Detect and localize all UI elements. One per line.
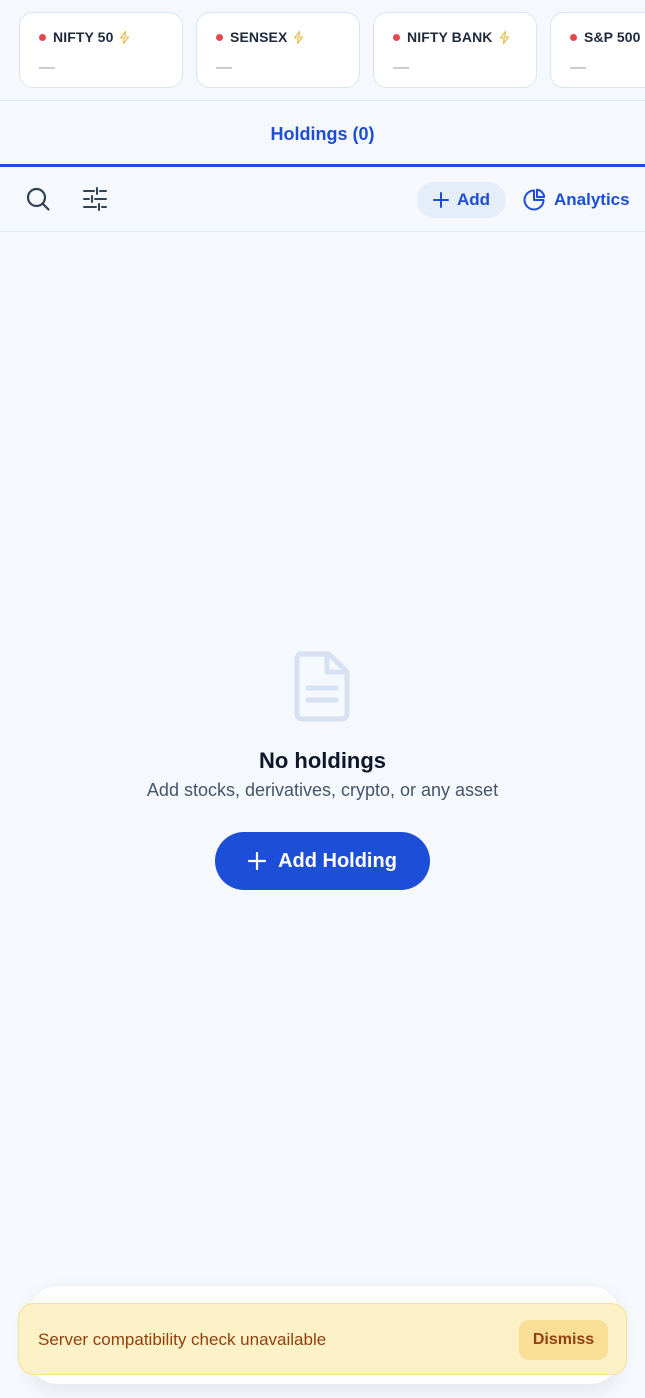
ticker-card-sp500[interactable]: S&P 500 — bbox=[550, 12, 645, 88]
add-button-label: Add bbox=[456, 190, 491, 209]
tab-bar: Holdings (0) bbox=[0, 101, 645, 167]
empty-state-title: No holdings bbox=[258, 748, 387, 773]
ticker-header: S&P 500 bbox=[570, 29, 640, 45]
toast-notification: Server compatibility check unavailable D… bbox=[18, 1303, 627, 1375]
ticker-value: — bbox=[393, 59, 409, 76]
search-button[interactable] bbox=[24, 185, 52, 213]
ticker-card-nifty50[interactable]: NIFTY 50 — bbox=[19, 12, 183, 88]
ticker-name: S&P 500 bbox=[584, 29, 641, 45]
app-root: NIFTY 50 — SENSEX — NIFTY BANK — S&P 500… bbox=[0, 0, 645, 1398]
holdings-toolbar: Add Analytics bbox=[0, 167, 645, 232]
ticker-value: — bbox=[216, 59, 232, 76]
ticker-header: NIFTY 50 bbox=[39, 29, 130, 45]
add-button[interactable]: Add bbox=[417, 182, 506, 218]
status-dot bbox=[570, 33, 577, 41]
analytics-button-label: Analytics bbox=[554, 190, 630, 209]
status-dot bbox=[216, 33, 223, 41]
toast-message: Server compatibility check unavailable bbox=[38, 1330, 327, 1349]
filter-button[interactable] bbox=[81, 185, 109, 213]
lightning-icon bbox=[120, 30, 130, 44]
plus-icon bbox=[432, 192, 449, 208]
plus-icon bbox=[248, 852, 267, 870]
analytics-button[interactable]: Analytics bbox=[522, 182, 630, 218]
ticker-strip[interactable]: NIFTY 50 — SENSEX — NIFTY BANK — S&P 500… bbox=[0, 0, 645, 101]
tab-holdings[interactable]: Holdings (0) bbox=[0, 101, 645, 167]
ticker-card-niftybank[interactable]: NIFTY BANK — bbox=[373, 12, 537, 88]
ticker-header: NIFTY BANK bbox=[393, 29, 510, 45]
add-holding-button[interactable]: Add Holding bbox=[215, 832, 430, 890]
ticker-value: — bbox=[39, 59, 55, 76]
status-dot bbox=[39, 33, 46, 41]
ticker-name: SENSEX bbox=[230, 29, 288, 45]
ticker-card-sensex[interactable]: SENSEX — bbox=[196, 12, 360, 88]
document-icon bbox=[294, 651, 350, 722]
search-icon bbox=[26, 187, 50, 211]
pie-chart-icon bbox=[523, 188, 546, 211]
lightning-icon bbox=[294, 30, 304, 44]
empty-state-subtitle: Add stocks, derivatives, crypto, or any … bbox=[146, 780, 499, 800]
add-holding-button-label: Add Holding bbox=[278, 849, 397, 872]
ticker-name: NIFTY 50 bbox=[53, 29, 114, 45]
ticker-header: SENSEX bbox=[216, 29, 304, 45]
lightning-icon bbox=[499, 30, 509, 44]
ticker-value: — bbox=[570, 59, 586, 76]
status-dot bbox=[393, 33, 400, 41]
ticker-name: NIFTY BANK bbox=[407, 29, 493, 45]
dismiss-button[interactable]: Dismiss bbox=[519, 1320, 608, 1360]
sliders-icon bbox=[83, 187, 107, 211]
